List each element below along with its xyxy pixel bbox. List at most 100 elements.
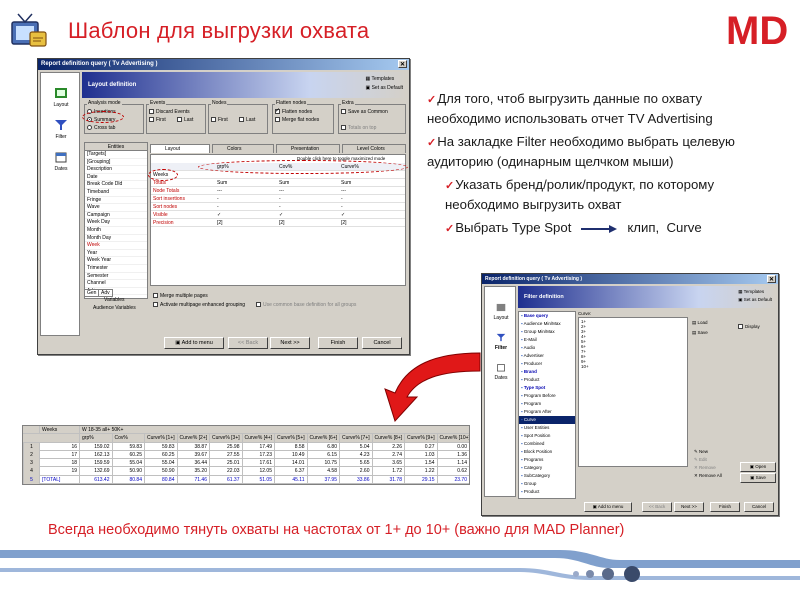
new-button[interactable]: ✎ New: [694, 449, 708, 455]
filter-tree[interactable]: ▪ Base query ▪ Audience Min/Max ▪ Group Mi…: [518, 311, 576, 499]
open-button[interactable]: ▣ Open: [740, 462, 776, 472]
grid-row[interactable]: Sort nodes - - -: [151, 203, 405, 211]
filter-tree-item[interactable]: ▪ Curve: [519, 416, 575, 424]
entities-list[interactable]: Entities [Targets] [Grouping] Description D…: [84, 142, 148, 299]
save2-button[interactable]: ▣ Save: [740, 473, 776, 483]
filter-tree-item[interactable]: ▪ Type Spot: [519, 384, 575, 392]
filter-next-button[interactable]: Next >>: [674, 502, 704, 512]
curve-value[interactable]: 10+: [581, 364, 685, 369]
use-common-checkbox[interactable]: Use common base definition for all group…: [256, 302, 356, 308]
filter-tree-item[interactable]: ▪ User Entities: [519, 424, 575, 432]
remove-button[interactable]: ✕ Remove: [694, 465, 716, 471]
filter-templates-button[interactable]: ▦ Templates: [738, 288, 772, 296]
filter-back-button[interactable]: << Back: [642, 502, 672, 512]
entity-item[interactable]: Semester: [85, 273, 147, 281]
filter-nav-dates[interactable]: Dates: [485, 363, 517, 381]
entity-item[interactable]: Week Day: [85, 219, 147, 227]
filter-tree-item[interactable]: ▪ Brand: [519, 368, 575, 376]
nav-layout[interactable]: Layout: [41, 87, 81, 108]
nodes-last-checkbox[interactable]: Last: [239, 117, 255, 123]
entity-item[interactable]: Channel: [85, 280, 147, 288]
filter-tree-item[interactable]: ▪ Program: [519, 400, 575, 408]
filter-tree-item[interactable]: ▪ Audience Min/Max: [519, 320, 575, 328]
filter-tree-item[interactable]: ▪ SubCategory: [519, 472, 575, 480]
entity-item[interactable]: Timeband: [85, 189, 147, 197]
entity-item[interactable]: [Grouping]: [85, 159, 147, 167]
filter-add-to-menu-button[interactable]: ▣ Add to menu: [584, 502, 632, 512]
entity-item[interactable]: Break Code Dld: [85, 181, 147, 189]
nodes-first-checkbox[interactable]: First: [211, 117, 228, 123]
filter-tree-item[interactable]: ▪ Spot Position: [519, 432, 575, 440]
entity-item[interactable]: Week Year: [85, 257, 147, 265]
finish-button[interactable]: Finish: [318, 337, 358, 349]
entity-item[interactable]: Campaign: [85, 212, 147, 220]
filter-tree-item[interactable]: ▪ E-Mail: [519, 336, 575, 344]
merge-pages-checkbox[interactable]: Merge multiple pages: [153, 293, 208, 299]
templates-button[interactable]: ▦ Templates: [365, 75, 403, 84]
filter-tree-item[interactable]: ▪ Block Position: [519, 448, 575, 456]
merge-flat-nodes-checkbox[interactable]: Merge flat nodes: [275, 117, 319, 123]
adv-tab[interactable]: Adv: [98, 289, 113, 297]
entity-item[interactable]: Month Day: [85, 235, 147, 243]
grid-row[interactable]: Totals Sum Sum Sum: [151, 179, 405, 187]
entity-item[interactable]: Wave: [85, 204, 147, 212]
load-button[interactable]: ▤ Load: [692, 320, 708, 326]
next-button[interactable]: Next >>: [270, 337, 310, 349]
save-button[interactable]: ▤ Save: [692, 330, 708, 336]
entity-item[interactable]: Week: [85, 242, 147, 250]
add-to-menu-button[interactable]: ▣ Add to menu: [164, 337, 224, 349]
filter-tree-item[interactable]: ▪ Program Before: [519, 392, 575, 400]
filter-tree-item[interactable]: ▪ Program After: [519, 408, 575, 416]
filter-tree-item[interactable]: ▪ Producer: [519, 360, 575, 368]
radio-crosstab[interactable]: Cross tab: [87, 125, 115, 131]
filter-nav-layout[interactable]: Layout: [485, 303, 517, 321]
totals-on-top-checkbox[interactable]: Totals on top: [341, 125, 376, 131]
activate-grouping-checkbox[interactable]: Activate multipage enhanced grouping: [153, 302, 245, 308]
save-common-checkbox[interactable]: Save as Common: [341, 109, 388, 115]
entity-item[interactable]: Description: [85, 166, 147, 174]
close-icon[interactable]: ✕: [398, 60, 407, 68]
filter-tree-item[interactable]: ▪ Category: [519, 464, 575, 472]
filter-tree-item[interactable]: ▪ Group: [519, 480, 575, 488]
tab-layout[interactable]: Layout: [150, 144, 210, 153]
back-button[interactable]: << Back: [228, 337, 268, 349]
events-last-checkbox[interactable]: Last: [177, 117, 193, 123]
filter-nav-filter[interactable]: Filter: [485, 333, 517, 351]
curve-list[interactable]: 1+ 2+ 3+ 4+ 5+ 6+ 7+ 8+ 9+ 10+: [578, 317, 688, 467]
entity-item[interactable]: Fringe: [85, 197, 147, 205]
grid-row[interactable]: Sort insertions - - -: [151, 195, 405, 203]
entity-item[interactable]: Year: [85, 250, 147, 258]
edit-button[interactable]: ✎ Edit: [694, 457, 707, 463]
nav-filter[interactable]: Filter: [41, 119, 81, 140]
set-default-button[interactable]: ▣ Set as Default: [365, 84, 403, 93]
entity-item[interactable]: [Targets]: [85, 151, 147, 159]
filter-tree-item[interactable]: ▪ Base query: [519, 312, 575, 320]
filter-tree-item[interactable]: ▪ Programs: [519, 456, 575, 464]
tab-colors[interactable]: Colors: [212, 144, 274, 153]
flatten-nodes-checkbox[interactable]: Flatten nodes: [275, 107, 312, 115]
filter-tree-item[interactable]: ▪ Group Min/Max: [519, 328, 575, 336]
display-checkbox[interactable]: Display: [738, 324, 760, 330]
filter-close-icon[interactable]: ✕: [767, 275, 776, 283]
discard-events-checkbox[interactable]: Discard Events: [149, 109, 190, 115]
filter-tree-item[interactable]: ▪ Combined: [519, 440, 575, 448]
grid-row[interactable]: Precision [2] [2] [2]: [151, 219, 405, 227]
tab-level-colors[interactable]: Level Colors: [342, 144, 406, 153]
filter-set-default-button[interactable]: ▣ Set as Default: [738, 296, 772, 304]
filter-tree-item[interactable]: ▪ Product: [519, 376, 575, 384]
events-first-checkbox[interactable]: First: [149, 117, 166, 123]
filter-tree-item[interactable]: ▪ Product: [519, 488, 575, 496]
filter-tree-label: Programs: [523, 457, 544, 462]
entity-item[interactable]: Trimester: [85, 265, 147, 273]
filter-cancel-button[interactable]: Cancel: [744, 502, 774, 512]
filter-tree-item[interactable]: ▪ Advertiser: [519, 352, 575, 360]
grid-row[interactable]: Visible ✓ ✓ ✓: [151, 211, 405, 219]
remove-all-button[interactable]: ✕ Remove All: [694, 473, 722, 479]
tab-presentation[interactable]: Presentation: [276, 144, 340, 153]
entity-item[interactable]: Month: [85, 227, 147, 235]
nav-dates[interactable]: Dates: [41, 151, 81, 172]
grid-row[interactable]: Node Totals --- --- ---: [151, 187, 405, 195]
entity-item[interactable]: Date: [85, 174, 147, 182]
filter-tree-item[interactable]: ▪ Audio: [519, 344, 575, 352]
filter-finish-button[interactable]: Finish: [710, 502, 740, 512]
